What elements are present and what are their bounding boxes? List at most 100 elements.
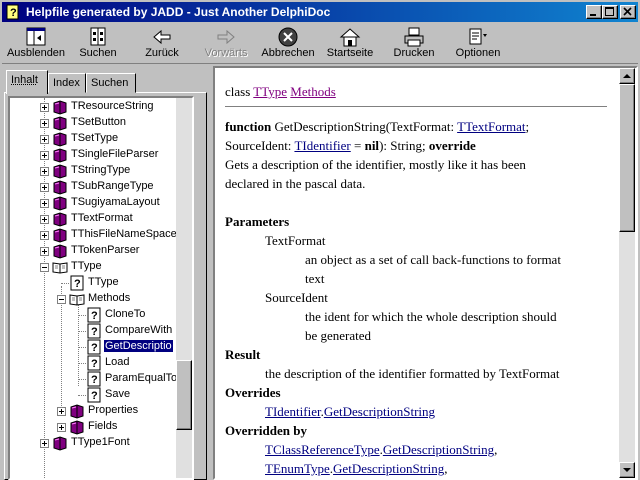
home-button[interactable]: Startseite bbox=[322, 24, 378, 64]
methods-link[interactable]: Methods bbox=[290, 84, 336, 99]
tree-item[interactable]: TTokenParser bbox=[10, 243, 178, 259]
tree-scroll-thumb[interactable] bbox=[176, 360, 192, 430]
overridden-class-link[interactable]: TClassReferenceType bbox=[265, 442, 380, 457]
tree-item[interactable]: TResourceString bbox=[10, 99, 178, 115]
hide-button[interactable]: Ausblenden bbox=[6, 24, 66, 64]
tree-item[interactable]: Fields bbox=[10, 419, 178, 435]
param-sourceident-desc-1: the ident for which the whole descriptio… bbox=[305, 309, 557, 324]
tab-contents[interactable]: Inhalt bbox=[6, 70, 48, 94]
tree-rows: TResourceString TSetButton TSetType TSingle… bbox=[10, 98, 180, 478]
tree-item[interactable]: TTextFormat bbox=[10, 211, 178, 227]
home-button-label: Startseite bbox=[326, 47, 374, 59]
tree-connector bbox=[78, 379, 86, 380]
tree-item[interactable]: TSugiyamaLayout bbox=[10, 195, 178, 211]
tree-item[interactable]: ? Save bbox=[10, 387, 178, 403]
tree-item[interactable]: ? ParamEqualTo bbox=[10, 371, 178, 387]
contents-tree[interactable]: TResourceString TSetButton TSetType TSingle… bbox=[8, 96, 194, 480]
forward-button[interactable]: Vorwärts bbox=[198, 24, 254, 64]
overridden-class-link[interactable]: TEnumType bbox=[265, 461, 330, 476]
expand-icon[interactable] bbox=[40, 439, 49, 448]
tree-item[interactable]: ? CompareWith bbox=[10, 323, 178, 339]
ttype-link[interactable]: TType bbox=[253, 84, 287, 99]
function-keyword: function bbox=[225, 119, 272, 134]
expand-icon[interactable] bbox=[40, 183, 49, 192]
forward-button-label: Vorwärts bbox=[204, 47, 248, 59]
tree-connector bbox=[78, 347, 86, 348]
expand-icon[interactable] bbox=[40, 103, 49, 112]
back-button[interactable]: Zurück bbox=[138, 24, 186, 64]
expand-icon[interactable] bbox=[40, 135, 49, 144]
book-closed-icon bbox=[52, 179, 68, 195]
expand-icon[interactable] bbox=[57, 423, 66, 432]
tree-item-label: Save bbox=[105, 388, 131, 400]
expand-icon[interactable] bbox=[40, 247, 49, 256]
maximize-button[interactable] bbox=[602, 5, 618, 19]
hide-button-label: Ausblenden bbox=[6, 47, 66, 59]
tree-item-label: TType bbox=[88, 276, 119, 288]
expand-icon[interactable] bbox=[40, 231, 49, 240]
tree-item-label: TResourceString bbox=[71, 100, 154, 112]
help-page-icon: ? bbox=[86, 323, 102, 339]
collapse-icon[interactable] bbox=[40, 263, 49, 272]
content-vertical-scrollbar[interactable] bbox=[619, 68, 635, 478]
minimize-icon bbox=[590, 14, 596, 16]
options-button[interactable]: Optionen bbox=[450, 24, 506, 64]
print-button-label: Drucken bbox=[393, 47, 435, 59]
tree-item[interactable]: Properties bbox=[10, 403, 178, 419]
tree-item[interactable]: TType1Font bbox=[10, 435, 178, 451]
tree-item[interactable]: TThisFileNameSpace bbox=[10, 227, 178, 243]
tree-item[interactable]: Methods bbox=[10, 291, 178, 307]
forward-arrow-icon bbox=[217, 29, 235, 45]
book-closed-icon bbox=[52, 147, 68, 163]
tree-item[interactable]: TSetButton bbox=[10, 115, 178, 131]
tree-item[interactable]: TSubRangeType bbox=[10, 179, 178, 195]
overrides-heading: Overrides bbox=[225, 385, 281, 400]
help-page-icon: ? bbox=[86, 307, 102, 323]
tree-item-label: TType1Font bbox=[71, 436, 130, 448]
find-button[interactable]: Suchen bbox=[74, 24, 122, 64]
tree-connector bbox=[78, 331, 86, 332]
tab-search[interactable]: Suchen bbox=[86, 73, 136, 93]
tree-item[interactable]: TStringType bbox=[10, 163, 178, 179]
expand-icon[interactable] bbox=[57, 407, 66, 416]
class-prefix: class bbox=[225, 84, 251, 99]
overridden-method-link[interactable]: GetDescriptionString bbox=[333, 461, 444, 476]
book-closed-icon bbox=[52, 195, 68, 211]
tree-item[interactable]: TSetType bbox=[10, 131, 178, 147]
tab-index[interactable]: Index bbox=[48, 73, 86, 93]
collapse-icon[interactable] bbox=[57, 295, 66, 304]
scroll-up-button[interactable] bbox=[619, 68, 635, 84]
scroll-down-button[interactable] bbox=[619, 462, 635, 478]
tree-item-label: GetDescriptio bbox=[104, 340, 173, 352]
tree-item[interactable]: TType bbox=[10, 259, 178, 275]
help-window: ? Helpfile generated by JADD - Just Anot… bbox=[0, 0, 640, 480]
overridden-method-link[interactable]: GetDescriptionString bbox=[383, 442, 494, 457]
close-button[interactable] bbox=[620, 5, 636, 19]
tab-search-label: Suchen bbox=[91, 77, 129, 89]
tree-vertical-scrollbar[interactable] bbox=[176, 98, 192, 478]
tree-item[interactable]: ? Load bbox=[10, 355, 178, 371]
content-scroll-thumb[interactable] bbox=[619, 84, 635, 232]
tree-item[interactable]: ? GetDescriptio bbox=[10, 339, 178, 355]
title-bar[interactable]: ? Helpfile generated by JADD - Just Anot… bbox=[2, 2, 638, 22]
ttextformat-link[interactable]: TTextFormat bbox=[457, 119, 525, 134]
topic-content-pane: class TType Methods function GetDescript… bbox=[213, 66, 638, 480]
expand-icon[interactable] bbox=[40, 167, 49, 176]
arrow-down-icon bbox=[623, 468, 631, 472]
tree-item-label: TTokenParser bbox=[71, 244, 140, 256]
expand-icon[interactable] bbox=[40, 119, 49, 128]
book-open-icon bbox=[52, 259, 68, 275]
stop-button[interactable]: Abbrechen bbox=[258, 24, 318, 64]
overrides-class-link[interactable]: TIdentifier bbox=[265, 404, 321, 419]
tree-item[interactable]: ? CloneTo bbox=[10, 307, 178, 323]
print-button[interactable]: Drucken bbox=[388, 24, 440, 64]
tidentifier-link[interactable]: TIdentifier bbox=[294, 138, 350, 153]
expand-icon[interactable] bbox=[40, 199, 49, 208]
expand-icon[interactable] bbox=[40, 215, 49, 224]
overrides-method-link[interactable]: GetDescriptionString bbox=[324, 404, 435, 419]
minimize-button[interactable] bbox=[586, 5, 602, 19]
tree-item[interactable]: TSingleFileParser bbox=[10, 147, 178, 163]
find-button-label: Suchen bbox=[79, 47, 117, 59]
tree-item[interactable]: ? TType bbox=[10, 275, 178, 291]
expand-icon[interactable] bbox=[40, 151, 49, 160]
